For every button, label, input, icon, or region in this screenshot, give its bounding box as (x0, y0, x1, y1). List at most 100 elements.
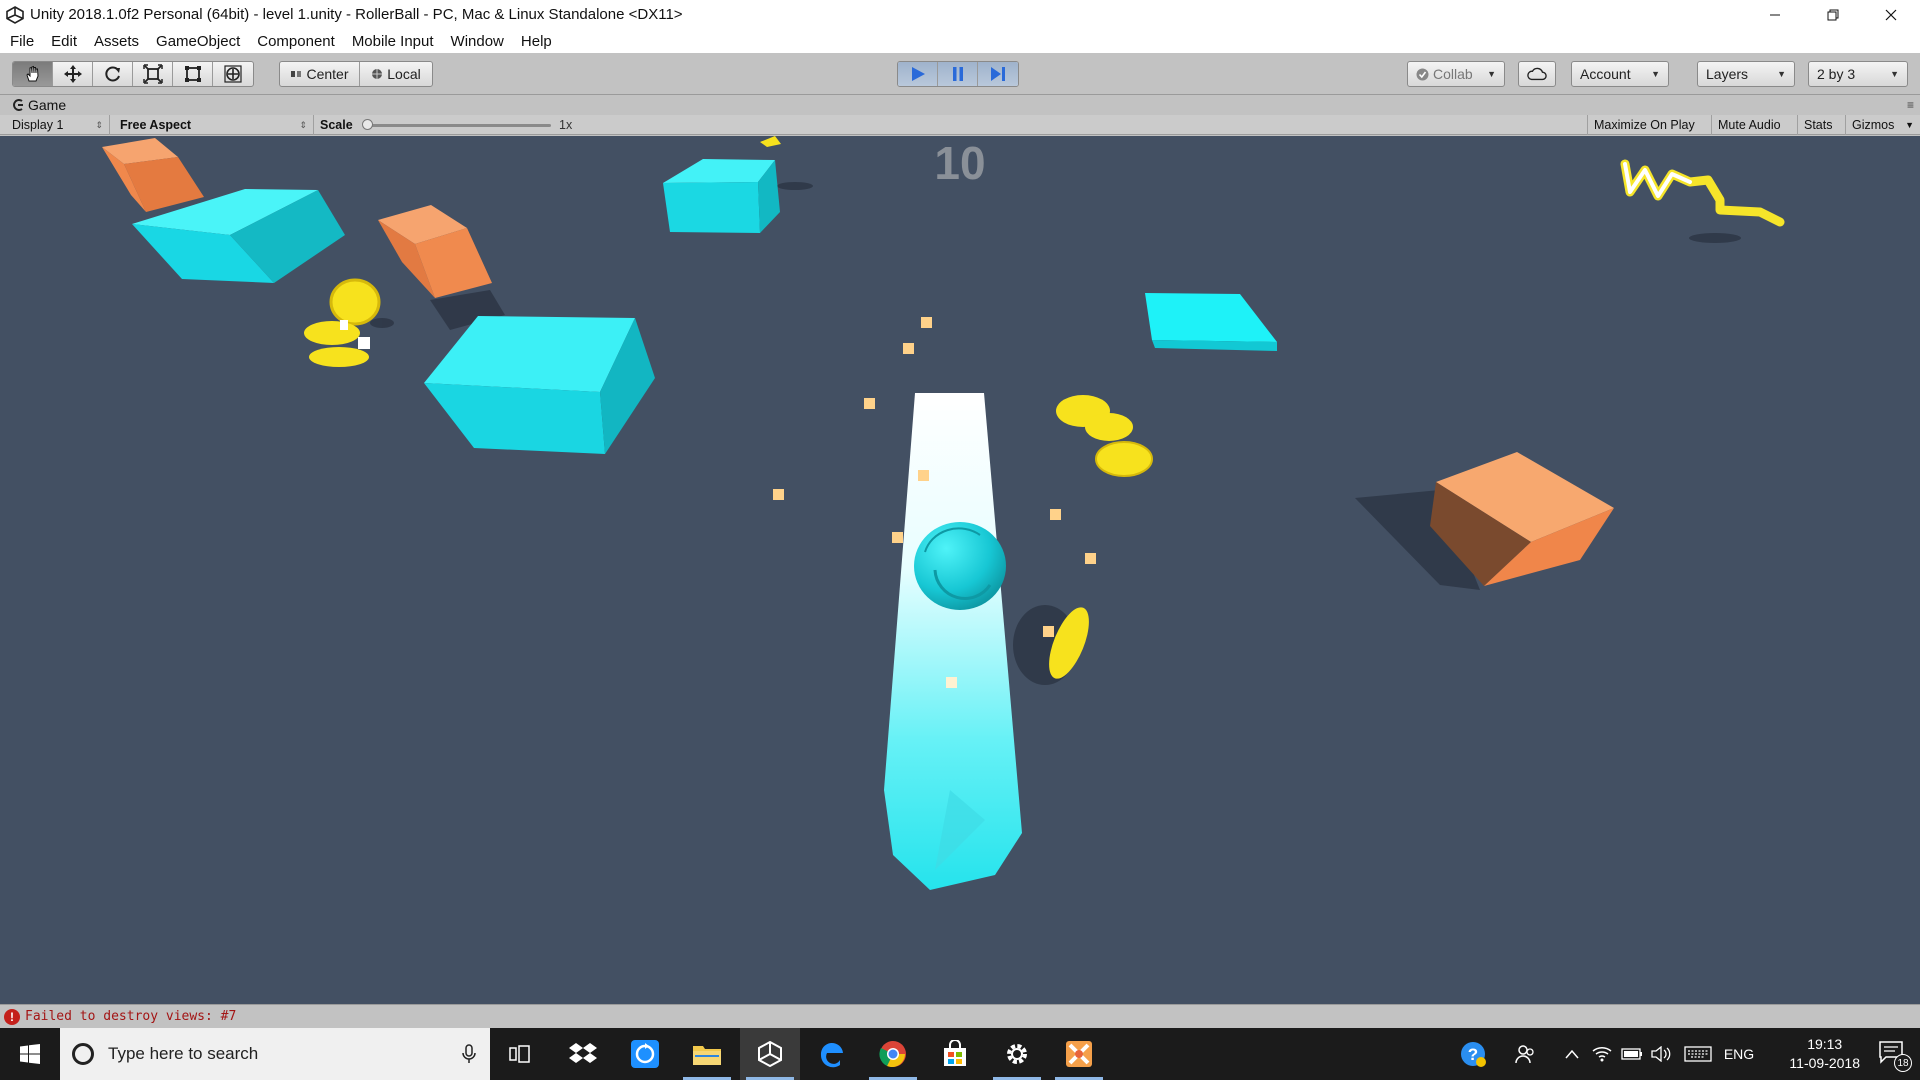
pause-icon[interactable] (938, 62, 978, 86)
microphone-icon[interactable] (462, 1044, 476, 1064)
scale-slider-track[interactable] (365, 124, 551, 127)
pivot-label: Center (306, 66, 349, 82)
menu-component[interactable]: Component (257, 33, 335, 50)
notification-count-badge: 18 (1894, 1054, 1912, 1072)
mute-audio-label: Mute Audio (1718, 118, 1781, 132)
cyan-block-center-left (424, 316, 655, 454)
display-label: Display 1 (12, 118, 64, 132)
game-tab-header: Game ≡ (0, 95, 1920, 115)
account-label: Account (1580, 66, 1631, 82)
menu-bar: File Edit Assets GameObject Component Mo… (0, 29, 1920, 53)
menu-edit[interactable]: Edit (51, 33, 77, 50)
account-dropdown[interactable]: Account ▼ (1571, 61, 1669, 87)
transform-tool-icon[interactable] (213, 62, 253, 86)
sync-app-icon[interactable] (615, 1028, 675, 1080)
volume-icon[interactable] (1647, 1028, 1675, 1080)
chevron-down-icon: ▼ (1905, 120, 1914, 130)
layout-label: 2 by 3 (1817, 66, 1856, 82)
layout-dropdown[interactable]: 2 by 3 ▼ (1808, 61, 1908, 87)
store-icon[interactable] (925, 1028, 985, 1080)
coin-top (760, 136, 781, 147)
search-placeholder: Type here to search (108, 1044, 259, 1063)
menu-mobile-input[interactable]: Mobile Input (352, 33, 434, 50)
console-status-bar[interactable]: ! Failed to destroy views: #7 (0, 1004, 1920, 1028)
game-app-icon[interactable] (1049, 1028, 1109, 1080)
maximize-on-play-toggle[interactable]: Maximize On Play (1587, 115, 1711, 135)
help-icon[interactable]: ? (1453, 1028, 1493, 1080)
tab-menu-icon[interactable]: ≡ (1907, 98, 1914, 112)
rotate-icon[interactable] (93, 62, 133, 86)
menu-gameobject[interactable]: GameObject (156, 33, 240, 50)
collab-label: Collab (1433, 66, 1473, 82)
menu-help[interactable]: Help (521, 33, 552, 50)
move-icon[interactable] (53, 62, 93, 86)
gizmos-dropdown[interactable]: Gizmos ▼ (1845, 115, 1920, 135)
collab-dropdown[interactable]: Collab ▼ (1407, 61, 1505, 87)
aspect-label: Free Aspect (120, 118, 192, 132)
settings-icon[interactable] (987, 1028, 1047, 1080)
game-scene (102, 136, 1785, 890)
orange-block-left-mid (378, 205, 492, 298)
menu-assets[interactable]: Assets (94, 33, 139, 50)
chevron-down-icon: ▼ (1890, 69, 1899, 79)
layers-dropdown[interactable]: Layers ▼ (1697, 61, 1795, 87)
scale-label: Scale (320, 118, 353, 132)
chevron-down-icon: ▼ (1651, 69, 1660, 79)
play-controls (897, 61, 1019, 87)
close-icon[interactable] (1862, 0, 1920, 29)
chevron-down-icon: ▼ (1777, 69, 1786, 79)
tab-game[interactable]: Game (28, 97, 66, 113)
battery-icon[interactable] (1618, 1028, 1646, 1080)
play-icon[interactable] (898, 62, 938, 86)
language-label: ENG (1723, 1046, 1755, 1062)
keyboard-icon[interactable] (1680, 1028, 1716, 1080)
stats-toggle[interactable]: Stats (1797, 115, 1845, 135)
minimize-icon[interactable] (1746, 0, 1804, 29)
scale-icon[interactable] (133, 62, 173, 86)
menu-file[interactable]: File (10, 33, 34, 50)
scale-slider-handle[interactable] (362, 119, 373, 130)
display-dropdown[interactable]: Display 1 ⇕ (6, 115, 110, 135)
windows-start-icon[interactable] (0, 1028, 60, 1080)
hand-icon[interactable] (13, 62, 53, 86)
action-center-icon[interactable]: 18 (1878, 1040, 1912, 1072)
scale-value: 1x (559, 118, 573, 132)
step-icon[interactable] (978, 62, 1018, 86)
chevron-down-icon: ▼ (1487, 69, 1496, 79)
taskbar-search-box[interactable]: Type here to search (60, 1028, 490, 1080)
edge-icon[interactable] (802, 1028, 862, 1080)
gizmos-label: Gizmos (1852, 118, 1895, 132)
maximize-on-play-label: Maximize On Play (1594, 118, 1695, 132)
rect-tool-icon[interactable] (173, 62, 213, 86)
dropbox-icon[interactable] (553, 1028, 613, 1080)
windows-taskbar: Type here to search ? ENG 19:13 11-09-20… (0, 1028, 1920, 1080)
restore-icon[interactable] (1804, 0, 1862, 29)
score-value: 10 (934, 137, 986, 189)
language-indicator[interactable]: ENG (1718, 1028, 1760, 1080)
taskbar-clock[interactable]: 19:13 11-09-2018 (1789, 1035, 1860, 1073)
unity-icon[interactable] (740, 1028, 800, 1080)
game-viewport[interactable] (0, 136, 1920, 1004)
file-explorer-icon[interactable] (677, 1028, 737, 1080)
checkmark-icon (1416, 68, 1429, 80)
aspect-dropdown[interactable]: Free Aspect ⇕ (114, 115, 314, 135)
chrome-icon[interactable] (863, 1028, 923, 1080)
player-ball (914, 522, 1006, 610)
mute-audio-toggle[interactable]: Mute Audio (1711, 115, 1797, 135)
task-view-icon[interactable] (490, 1028, 550, 1080)
cloud-button[interactable] (1518, 61, 1556, 87)
wifi-icon[interactable] (1588, 1028, 1616, 1080)
menu-window[interactable]: Window (451, 33, 504, 50)
chevron-up-icon[interactable] (1559, 1028, 1585, 1080)
updown-arrow-icon: ⇕ (299, 119, 307, 130)
status-message: Failed to destroy views: #7 (25, 1009, 237, 1024)
game-tab-icon (13, 99, 23, 111)
local-space-icon (372, 69, 383, 79)
cyan-block-top-center (663, 159, 780, 233)
people-icon[interactable] (1505, 1028, 1545, 1080)
cyan-block-right (1145, 293, 1277, 351)
player-trail (884, 393, 1022, 890)
pivot-center-button[interactable]: Center (280, 62, 360, 86)
space-local-button[interactable]: Local (360, 62, 432, 86)
orange-block-left-top (102, 138, 204, 212)
